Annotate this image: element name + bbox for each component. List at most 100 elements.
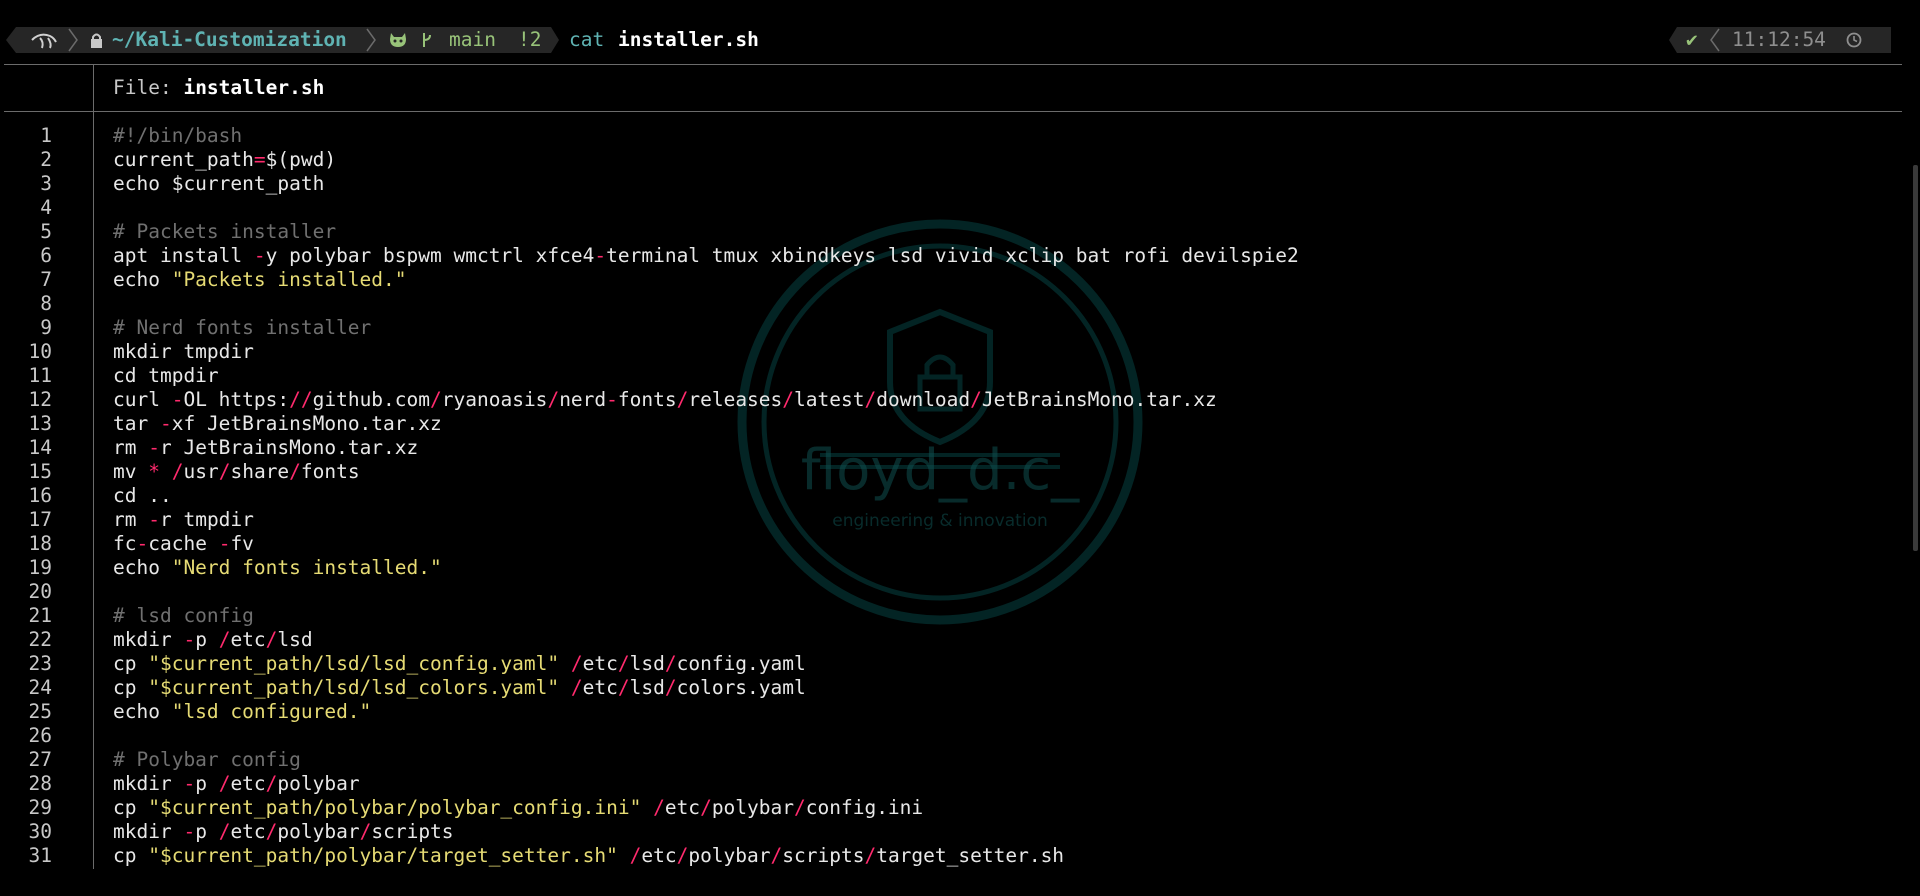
code-token: echo <box>113 268 172 291</box>
code-token: # Polybar config <box>113 748 301 771</box>
code-token: cp <box>113 844 149 867</box>
line-text: mkdir -p /etc/polybar <box>113 772 360 796</box>
line-number: 2 <box>40 148 52 171</box>
code-token: etc <box>641 844 677 867</box>
code-line: 31 cp "$current_path/polybar/target_sette… <box>0 844 1900 868</box>
code-token: / <box>617 652 630 675</box>
code-token: lsd <box>277 628 313 651</box>
code-token: cp <box>113 652 149 675</box>
code-token: / <box>218 820 231 843</box>
code-token: / <box>218 628 231 651</box>
line-number: 18 <box>28 532 52 555</box>
git-branch-name: main <box>449 28 496 51</box>
code-token: cd tmpdir <box>113 364 219 387</box>
code-line: 2 current_path=$(pwd) <box>0 148 1900 172</box>
code-token: scripts <box>371 820 454 843</box>
code-token: - <box>594 244 607 267</box>
code-line: 20 <box>0 580 1900 604</box>
code-token: r tmpdir <box>159 508 254 531</box>
code-token: fv <box>230 532 254 555</box>
line-text: rm -r tmpdir <box>113 508 254 532</box>
code-token: / <box>218 772 231 795</box>
code-line: 3 echo $current_path <box>0 172 1900 196</box>
line-text: echo "lsd configured." <box>113 700 371 724</box>
line-text: mkdir -p /etc/polybar/scripts <box>113 820 454 844</box>
code-token: / <box>547 388 560 411</box>
code-view: 1 #!/bin/bash 2 current_path=$(pwd) 3 echo $c… <box>0 124 1900 868</box>
code-token: * <box>148 460 160 483</box>
code-token: echo $current_path <box>113 172 325 195</box>
code-token: / <box>970 388 982 411</box>
code-token: $(pwd) <box>265 148 337 171</box>
code-token: / <box>770 844 783 867</box>
code-token: nerd <box>559 388 607 411</box>
code-token: curl <box>113 388 172 411</box>
gutter-separator <box>93 64 94 112</box>
code-token: fonts <box>617 388 677 411</box>
code-token: download <box>876 388 971 411</box>
line-number: 1 <box>40 124 52 147</box>
line-text: cd tmpdir <box>113 364 219 388</box>
line-number: 25 <box>28 700 52 723</box>
code-token: usr <box>183 460 219 483</box>
code-token: - <box>218 532 231 555</box>
code-token: rm <box>113 508 149 531</box>
line-number: 22 <box>28 628 52 651</box>
code-line: 10 mkdir tmpdir <box>0 340 1900 364</box>
line-number: 6 <box>40 244 52 267</box>
lock-icon <box>91 33 102 48</box>
code-token: p <box>195 820 219 843</box>
code-line: 15 mv * /usr/share/fonts <box>0 460 1900 484</box>
code-token: mkdir tmpdir <box>113 340 254 363</box>
separator-chevron-left-icon <box>1710 28 1720 52</box>
git-status: !2 <box>518 28 542 51</box>
code-token: cp <box>113 676 149 699</box>
code-token: releases <box>688 388 783 411</box>
code-token: - <box>136 532 149 555</box>
line-number: 19 <box>28 556 52 579</box>
code-token: / <box>782 388 795 411</box>
code-token: apt install <box>113 244 254 267</box>
code-token: etc <box>230 628 266 651</box>
line-text: echo "Nerd fonts installed." <box>113 556 442 580</box>
line-number: 14 <box>28 436 52 459</box>
line-number: 10 <box>28 340 52 363</box>
code-token: / <box>430 388 442 411</box>
code-line: 21 # lsd config <box>0 604 1900 628</box>
code-token: mkdir <box>113 772 184 795</box>
code-token: / <box>359 820 372 843</box>
line-number: 16 <box>28 484 52 507</box>
code-line: 14 rm -r JetBrainsMono.tar.xz <box>0 436 1900 460</box>
code-token: mkdir <box>113 628 184 651</box>
line-number: 11 <box>28 364 52 387</box>
line-text: cd .. <box>113 484 172 508</box>
code-token: target_setter.sh <box>876 844 1065 867</box>
code-token: / <box>617 676 630 699</box>
code-token: "$current_path/lsd/lsd_config.yaml" <box>148 652 560 675</box>
header-bottom-rule <box>4 111 1902 112</box>
code-token: / <box>664 676 677 699</box>
code-token: / <box>864 844 877 867</box>
code-token: #!/bin/bash <box>113 124 243 147</box>
code-token: current_path <box>113 148 254 171</box>
code-token: / <box>794 796 806 819</box>
code-token: ryanoasis <box>441 388 548 411</box>
code-token: / <box>218 460 231 483</box>
line-text: cp "$current_path/lsd/lsd_colors.yaml" /… <box>113 676 806 700</box>
code-token: - <box>171 388 184 411</box>
line-text: mv * /usr/share/fonts <box>113 460 360 484</box>
code-token: = <box>253 148 266 171</box>
code-token: lsd <box>629 676 665 699</box>
code-token: latest <box>794 388 865 411</box>
code-token: tar <box>113 412 160 435</box>
code-line: 17 rm -r tmpdir <box>0 508 1900 532</box>
code-token: etc <box>582 676 618 699</box>
code-token: etc <box>230 772 266 795</box>
code-token: / <box>289 460 301 483</box>
scrollbar-thumb[interactable] <box>1913 165 1918 551</box>
code-token: - <box>148 436 160 459</box>
code-token: github.com <box>312 388 431 411</box>
code-line: 29 cp "$current_path/polybar/polybar_conf… <box>0 796 1900 820</box>
